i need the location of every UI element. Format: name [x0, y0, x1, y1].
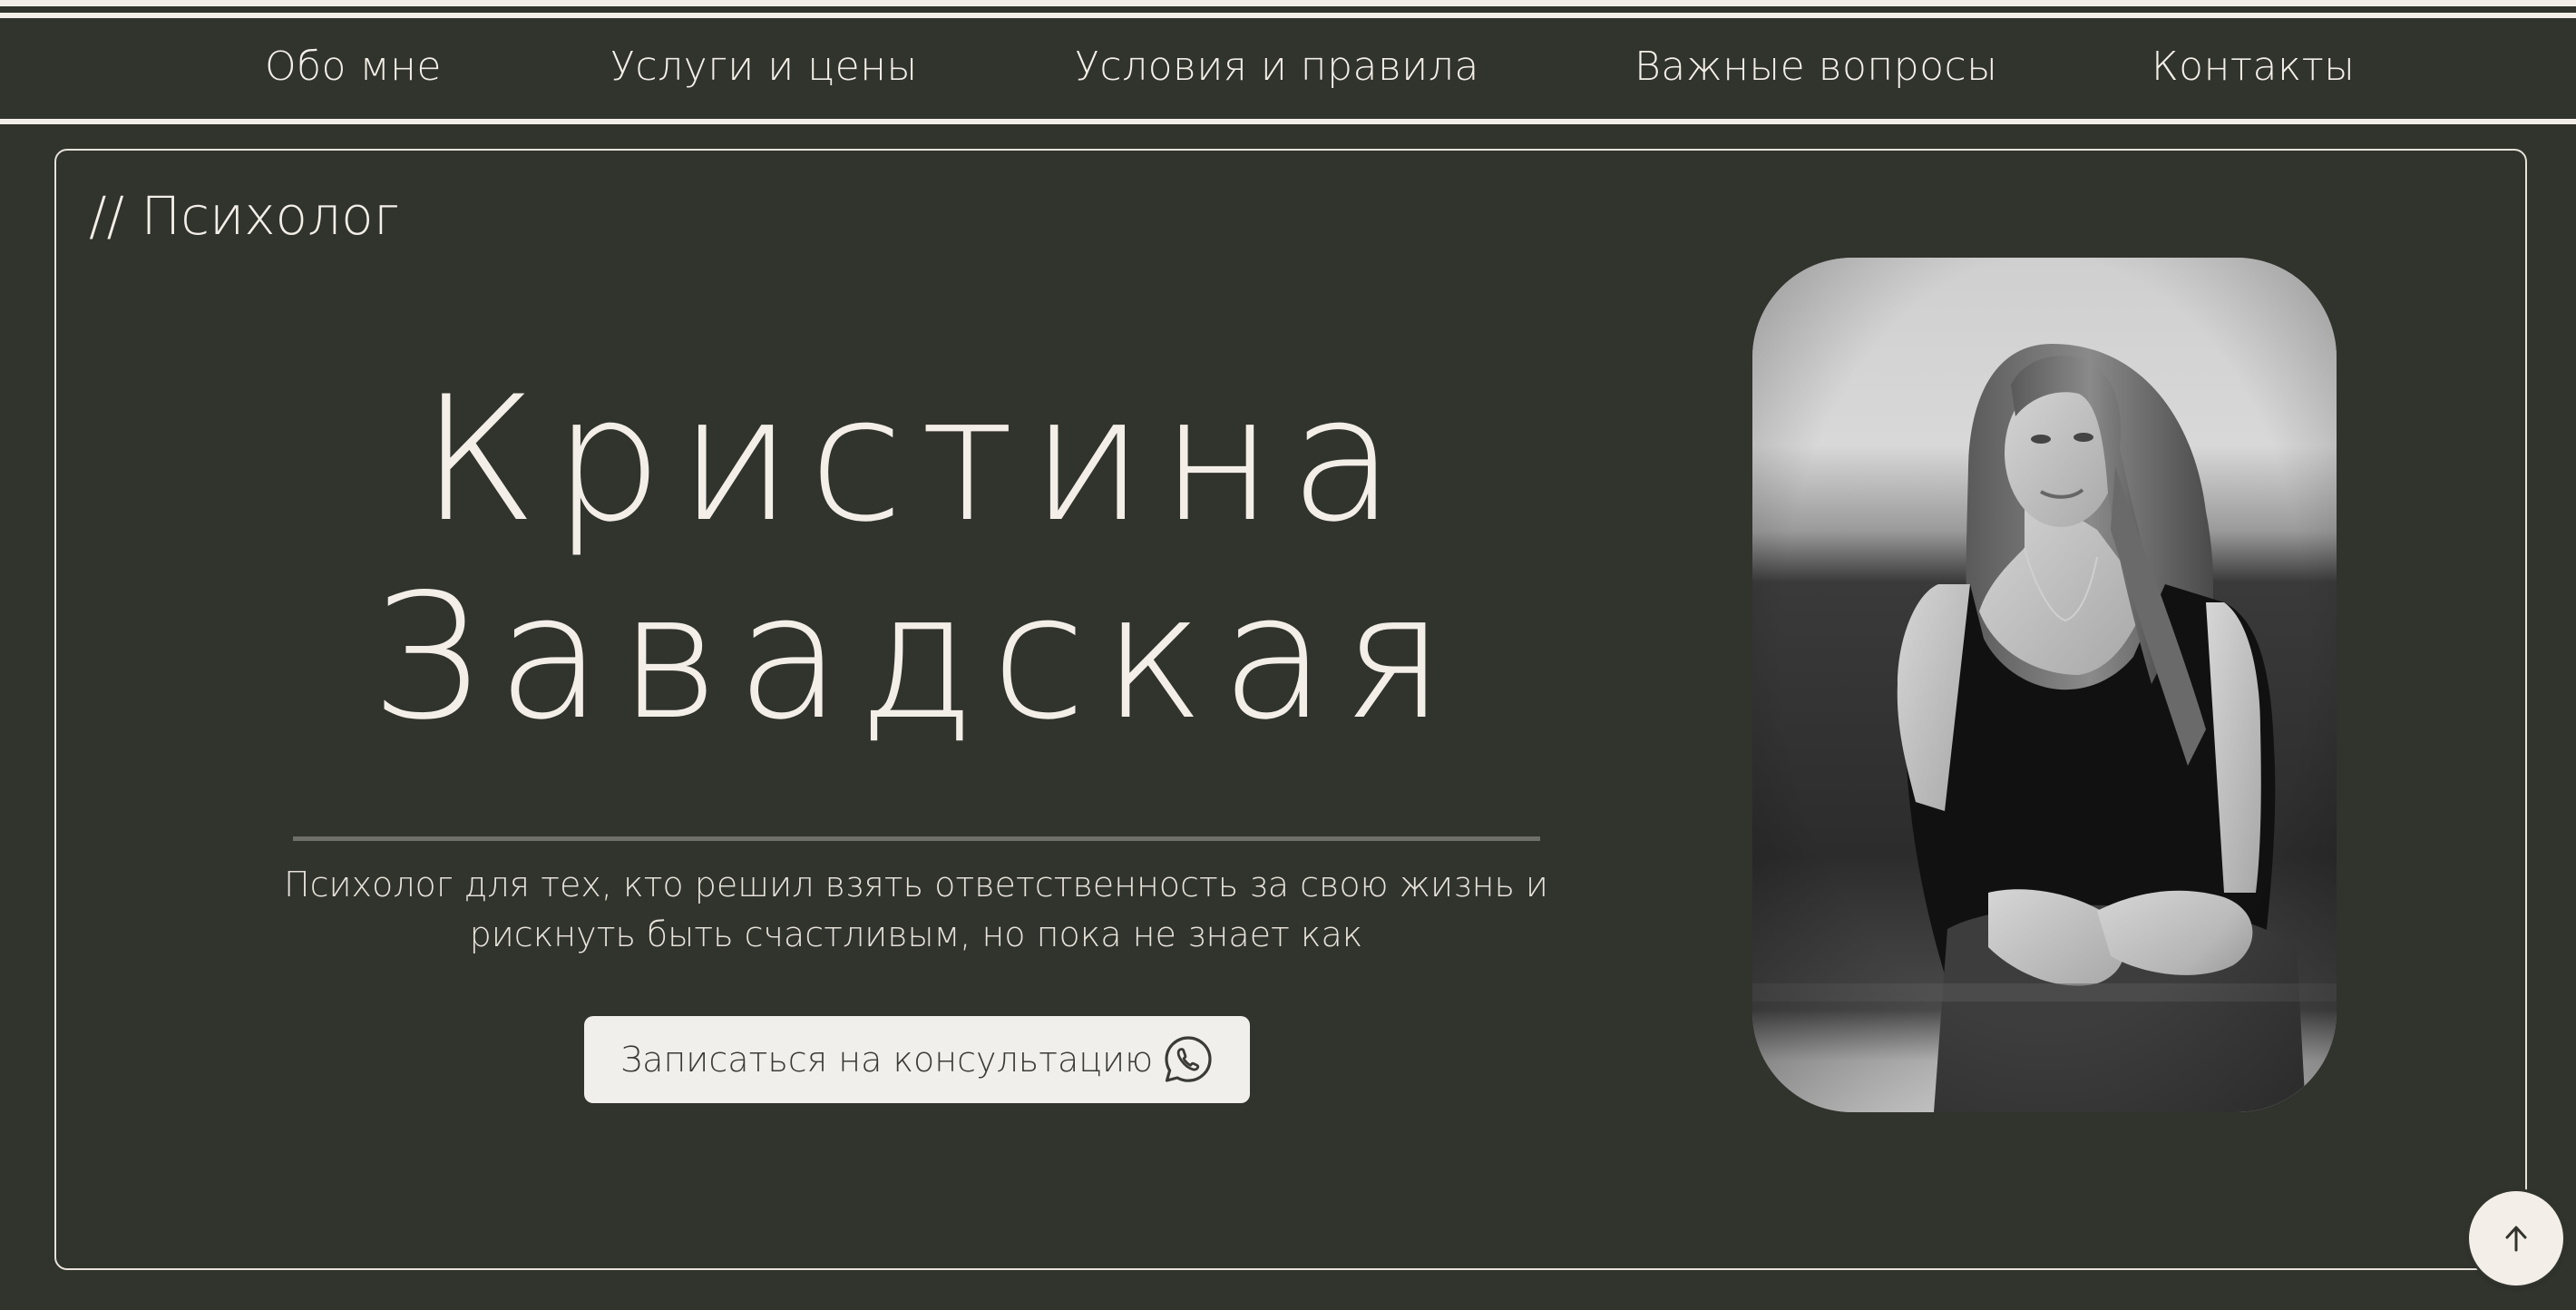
- hero-first-name: Кристина: [420, 359, 1412, 560]
- portrait-photo: [1752, 258, 2337, 1112]
- nav-item-services-prices[interactable]: Услуги и цены: [610, 40, 918, 94]
- hero-divider: [293, 836, 1540, 841]
- scroll-to-top-button[interactable]: [2469, 1191, 2563, 1286]
- nav-bottom-line: [0, 119, 2576, 124]
- hero-subtitle: Психолог для тех, кто решил взять ответс…: [181, 860, 1651, 960]
- arrow-up-icon: [2505, 1226, 2527, 1252]
- hero-eyebrow: // Психолог: [89, 185, 400, 247]
- hero-subtitle-line-1: Психолог для тех, кто решил взять ответс…: [284, 865, 1548, 904]
- page: Обо мне Услуги и цены Условия и правила …: [0, 0, 2576, 1310]
- main-navigation: Обо мне Услуги и цены Условия и правила …: [0, 18, 2576, 119]
- whatsapp-icon: [1163, 1034, 1214, 1085]
- book-consultation-button[interactable]: Записаться на консультацию: [584, 1016, 1250, 1103]
- nav-item-terms-rules[interactable]: Условия и правила: [1075, 40, 1479, 94]
- book-consultation-label: Записаться на консультацию: [620, 1040, 1154, 1080]
- top-border-line: [0, 0, 2576, 6]
- hero-last-name: Завадская: [371, 557, 1461, 758]
- nav-item-important-questions[interactable]: Важные вопросы: [1634, 40, 1997, 94]
- nav-item-about[interactable]: Обо мне: [265, 40, 442, 94]
- hero-subtitle-line-2: рискнуть быть счастливым, но пока не зна…: [469, 914, 1363, 954]
- nav-item-contacts[interactable]: Контакты: [2152, 40, 2355, 94]
